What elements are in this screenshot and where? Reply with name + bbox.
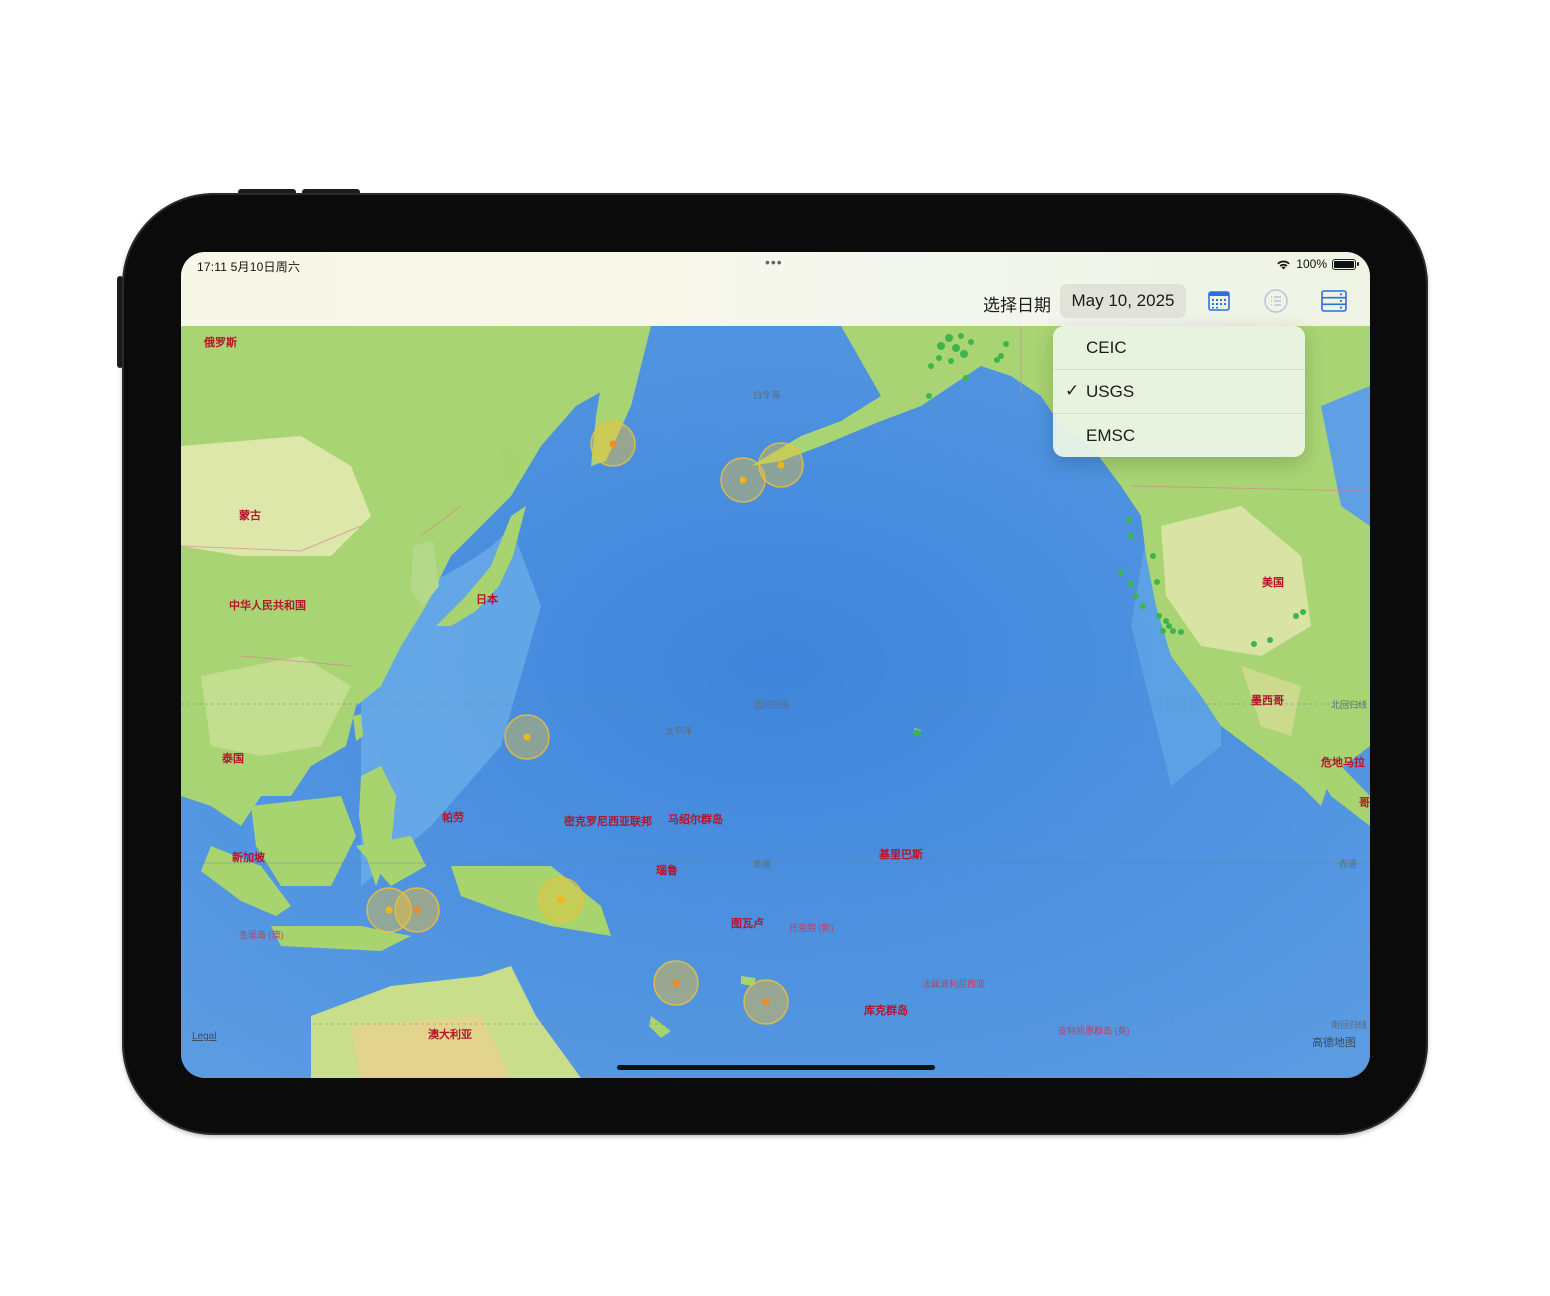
- date-picker-button[interactable]: May 10, 2025: [1060, 284, 1186, 318]
- label-thailand: 泰国: [222, 753, 244, 765]
- battery-percent: 100%: [1296, 257, 1327, 271]
- label-china: 中华人民共和国: [229, 600, 306, 612]
- label-mexico: 墨西哥: [1251, 695, 1284, 707]
- data-source-menu: CEIC ✓ USGS EMSC: [1053, 326, 1305, 457]
- quake-marker[interactable]: [653, 960, 699, 1006]
- label-equator-right: 赤道: [1339, 859, 1358, 869]
- label-pitcairn: 皮特凯恩群岛 (英): [1058, 1026, 1130, 1036]
- quake-marker[interactable]: [758, 442, 804, 488]
- label-colombia-edge: 哥: [1359, 797, 1370, 809]
- label-marshall: 马绍尔群岛: [668, 814, 723, 826]
- navigation-bar: 17:11 5月10日周六 ••• 100% 选择日期 May 10, 2025: [181, 252, 1370, 326]
- label-russia: 俄罗斯: [204, 337, 237, 349]
- menu-item-usgs[interactable]: ✓ USGS: [1053, 370, 1305, 414]
- list-icon[interactable]: [1263, 288, 1289, 314]
- label-japan: 日本: [476, 594, 498, 606]
- quake-marker[interactable]: [394, 887, 440, 933]
- label-singapore: 新加坡: [232, 852, 265, 864]
- label-tropic-capricorn: 南回归线: [1331, 1020, 1368, 1030]
- status-time-date: 17:11 5月10日周六: [197, 260, 301, 274]
- label-tokelau: 托克劳 (新): [789, 923, 834, 933]
- calendar-icon[interactable]: [1206, 288, 1232, 314]
- menu-item-label: CEIC: [1086, 338, 1127, 357]
- label-tuvalu: 图瓦卢: [731, 918, 764, 930]
- label-micronesia: 密克罗尼西亚联邦: [564, 816, 652, 828]
- screen: 俄罗斯 蒙古 中华人民共和国 日本 泰国 新加坡 帕劳 密克罗尼西亚联邦 马绍尔…: [181, 252, 1370, 1078]
- label-mongolia: 蒙古: [239, 510, 261, 522]
- map-provider: 高德地图: [1312, 1037, 1356, 1049]
- server-icon[interactable]: [1320, 288, 1348, 314]
- label-fr-polynesia: 法属波利尼西亚: [922, 979, 986, 989]
- menu-item-label: EMSC: [1086, 426, 1136, 445]
- label-tropic-cancer-right: 北回归线: [1331, 700, 1368, 710]
- label-usa: 美国: [1262, 577, 1284, 589]
- quake-marker[interactable]: [504, 714, 550, 760]
- checkmark-icon: ✓: [1065, 381, 1080, 400]
- label-cook: 库克群岛: [864, 1005, 908, 1017]
- wifi-icon: [1277, 260, 1290, 269]
- quake-marker[interactable]: [590, 421, 636, 467]
- label-nauru: 瑙鲁: [656, 865, 678, 877]
- label-bering-sea: 白令海: [753, 390, 781, 400]
- quake-marker[interactable]: [538, 877, 584, 923]
- label-guatemala: 危地马拉: [1321, 757, 1365, 769]
- label-pacific: 太平洋: [665, 726, 693, 736]
- label-kiribati: 基里巴斯: [879, 849, 923, 861]
- menu-item-label: USGS: [1086, 382, 1135, 401]
- battery-icon: [1332, 258, 1359, 270]
- label-australia: 澳大利亚: [428, 1029, 472, 1041]
- label-palau: 帕劳: [442, 812, 464, 824]
- quake-marker[interactable]: [743, 979, 789, 1025]
- label-equator: 赤道: [753, 859, 772, 869]
- multitasking-dots[interactable]: •••: [765, 254, 783, 270]
- home-indicator[interactable]: [617, 1065, 935, 1070]
- label-christmas-island: 圣诞岛 (澳): [239, 930, 284, 940]
- date-picker-label: 选择日期: [983, 296, 1051, 315]
- menu-item-ceic[interactable]: CEIC: [1053, 326, 1305, 370]
- menu-item-emsc[interactable]: EMSC: [1053, 414, 1305, 457]
- label-tropic-cancer: 北回归线: [753, 700, 790, 710]
- status-right: 100%: [1276, 257, 1359, 271]
- legal-link[interactable]: Legal: [192, 1031, 216, 1042]
